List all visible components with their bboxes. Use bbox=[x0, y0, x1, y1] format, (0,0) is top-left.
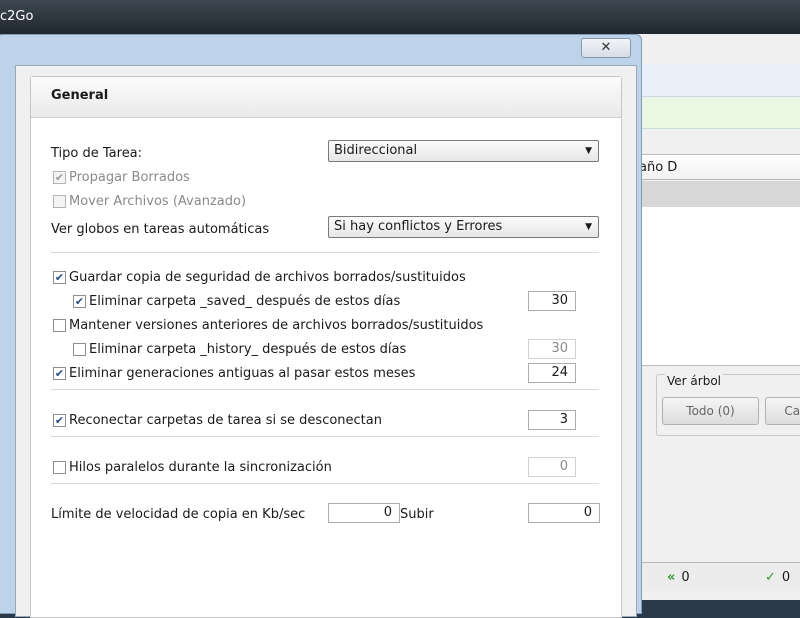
reconnect-count-input[interactable]: 3 bbox=[528, 410, 576, 430]
balloons-select[interactable]: Si hay conflictos y Errores ▼ bbox=[328, 216, 599, 238]
column-header[interactable]: año D bbox=[633, 154, 800, 180]
parallel-threads-label: Hilos paralelos durante la sincronizació… bbox=[69, 460, 332, 475]
reconnect-label: Reconectar carpetas de tarea si se desco… bbox=[69, 413, 382, 428]
move-files-label: Mover Archivos (Avanzado) bbox=[69, 194, 247, 209]
keep-versions-checkbox[interactable] bbox=[53, 319, 66, 332]
task-type-value: Bidireccional bbox=[334, 143, 418, 158]
divider bbox=[51, 252, 599, 253]
delete-generations-label: Eliminar generaciones antiguas al pasar … bbox=[69, 366, 416, 381]
delete-history-days-input[interactable]: 30 bbox=[528, 339, 576, 359]
app-title-bar: c2Go bbox=[0, 0, 800, 34]
file-list[interactable] bbox=[633, 207, 800, 366]
close-icon: ✕ bbox=[600, 40, 612, 55]
upload-speed-input[interactable]: 0 bbox=[528, 503, 600, 523]
delete-saved-days-input[interactable]: 30 bbox=[528, 291, 576, 311]
balloons-label: Ver globos en tareas automáticas bbox=[51, 222, 270, 237]
tree-cancel-button[interactable]: Can bbox=[765, 397, 800, 425]
parallel-threads-input[interactable]: 0 bbox=[528, 457, 576, 477]
status-ok-value: 0 bbox=[781, 570, 791, 585]
balloons-value: Si hay conflictos y Errores bbox=[334, 219, 503, 234]
task-type-label: Tipo de Tarea: bbox=[51, 146, 143, 161]
backup-deleted-label: Guardar copia de seguridad de archivos b… bbox=[69, 270, 466, 285]
propagate-deletes-checkbox[interactable] bbox=[53, 171, 66, 184]
app-title: c2Go bbox=[0, 9, 34, 24]
reconnect-checkbox[interactable] bbox=[53, 414, 66, 427]
tree-view-label: Ver árbol bbox=[665, 374, 723, 388]
settings-dialog: ✕ General Tipo de Tarea: Bidireccional ▼… bbox=[0, 34, 642, 618]
status-sync-count: «0 bbox=[667, 568, 690, 588]
parallel-threads-checkbox[interactable] bbox=[53, 461, 66, 474]
general-panel: General Tipo de Tarea: Bidireccional ▼ P… bbox=[30, 76, 622, 618]
task-type-select[interactable]: Bidireccional ▼ bbox=[328, 140, 599, 162]
panel-header: General bbox=[31, 77, 621, 118]
download-speed-input[interactable]: 0 bbox=[328, 503, 400, 523]
speed-limit-label: Límite de velocidad de copia en Kb/sec bbox=[51, 507, 306, 522]
tree-view-group: Ver árbol Todo (0) Can bbox=[656, 374, 800, 436]
keep-versions-label: Mantener versiones anteriores de archivo… bbox=[69, 318, 484, 333]
status-ok-count: ✓ 0 bbox=[765, 568, 790, 588]
move-files-checkbox[interactable] bbox=[53, 195, 66, 208]
close-button[interactable]: ✕ bbox=[581, 38, 631, 58]
delete-history-checkbox[interactable] bbox=[73, 343, 86, 356]
divider bbox=[51, 389, 599, 390]
delete-generations-months-input[interactable]: 24 bbox=[528, 363, 576, 383]
divider bbox=[51, 436, 599, 437]
status-sync-value: 0 bbox=[681, 570, 690, 585]
status-bar: «0 ✓ 0 bbox=[633, 562, 800, 591]
divider bbox=[51, 483, 599, 484]
delete-history-label: Eliminar carpeta _history_ después de es… bbox=[89, 342, 407, 357]
delete-saved-label: Eliminar carpeta _saved_ después de esto… bbox=[89, 294, 401, 309]
grid-row bbox=[633, 181, 800, 207]
upload-label: Subir bbox=[400, 507, 434, 522]
tree-all-button[interactable]: Todo (0) bbox=[662, 397, 759, 425]
delete-generations-checkbox[interactable] bbox=[53, 367, 66, 380]
check-icon: ✓ bbox=[765, 570, 776, 585]
propagate-deletes-label: Propagar Borrados bbox=[69, 170, 190, 185]
chevron-down-icon: ▼ bbox=[585, 146, 592, 156]
double-arrow-left-icon: « bbox=[667, 570, 676, 585]
dialog-body: General Tipo de Tarea: Bidireccional ▼ P… bbox=[15, 65, 637, 618]
backup-deleted-checkbox[interactable] bbox=[53, 271, 66, 284]
delete-saved-checkbox[interactable] bbox=[73, 295, 86, 308]
panel-title: General bbox=[51, 88, 109, 103]
chevron-down-icon: ▼ bbox=[585, 222, 592, 232]
